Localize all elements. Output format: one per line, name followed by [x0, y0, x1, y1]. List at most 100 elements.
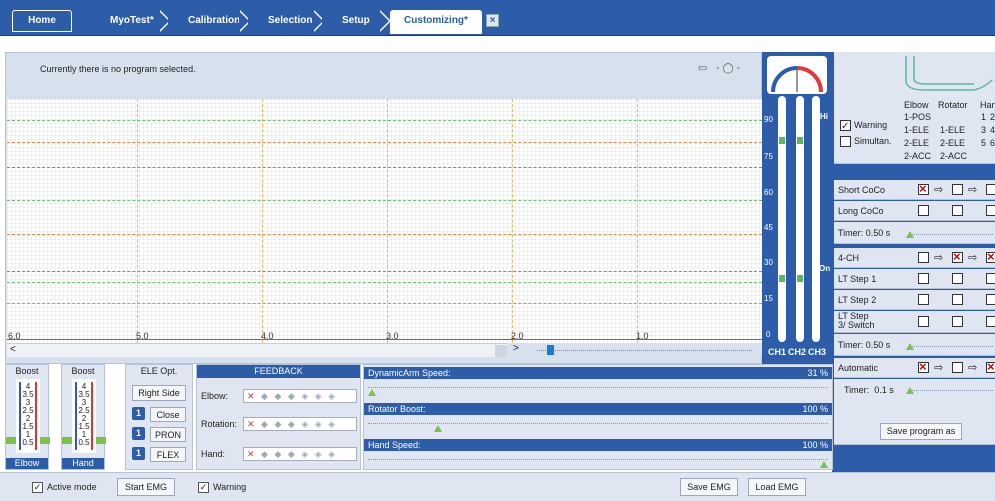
- lt1-rotator-checkbox[interactable]: [952, 273, 963, 284]
- zoom-slider-thumb[interactable]: [547, 345, 554, 355]
- hand-num[interactable]: 6: [990, 138, 995, 148]
- timer-slider[interactable]: [908, 234, 993, 235]
- short-coco-elbow-checkbox[interactable]: [918, 181, 929, 196]
- short-coco-hand-checkbox[interactable]: [986, 184, 995, 195]
- save-emg-button[interactable]: Save EMG: [680, 478, 738, 496]
- long-coco-elbow-checkbox[interactable]: [918, 205, 929, 216]
- off-icon[interactable]: ✕: [247, 419, 257, 429]
- hand-speed-label: Hand Speed:: [368, 440, 421, 450]
- lt1-elbow-checkbox[interactable]: [918, 273, 929, 284]
- hand-num[interactable]: 4: [990, 125, 995, 135]
- simultan-checkbox[interactable]: [840, 136, 851, 147]
- load-emg-button[interactable]: Load EMG: [748, 478, 806, 496]
- close-button[interactable]: Close: [150, 407, 186, 422]
- col-hand: Hand: [980, 100, 995, 110]
- four-ch-rotator-checkbox[interactable]: [952, 249, 963, 264]
- pron-button[interactable]: PRON: [150, 427, 186, 442]
- boost-scale[interactable]: 4 3.5 3 2.5 2 1.5 1 0.5: [16, 379, 40, 453]
- timer-slider[interactable]: [908, 346, 993, 347]
- warning-footer-checkbox[interactable]: ✓: [198, 482, 209, 493]
- plot-toolbar: ▭ -◯-: [698, 63, 743, 74]
- feedback-header: FEEDBACK: [197, 365, 360, 378]
- meter-ch1: [778, 96, 786, 342]
- lt3-rotator-checkbox[interactable]: [952, 316, 963, 327]
- boost-scale[interactable]: 4 3.5 3 2.5 2 1.5 1 0.5: [72, 379, 96, 453]
- keyboard-icon[interactable]: ▭: [698, 63, 710, 74]
- hand-speed-slider[interactable]: [368, 459, 828, 460]
- dynamic-speed-slider[interactable]: [368, 387, 828, 388]
- off-icon[interactable]: ✕: [247, 449, 257, 459]
- scroll-thumb[interactable]: [495, 345, 507, 357]
- rotator-boost-slider[interactable]: [368, 423, 828, 424]
- mode-cell[interactable]: 1-POS: [904, 112, 931, 122]
- tab-customizing[interactable]: Customizing*: [390, 10, 482, 34]
- timer-slider-thumb[interactable]: [906, 231, 914, 238]
- crumb-label: Calibration: [188, 15, 241, 26]
- crumb-calibration[interactable]: Calibration: [168, 10, 251, 32]
- lt2-elbow-checkbox[interactable]: [918, 294, 929, 305]
- four-ch-elbow-checkbox[interactable]: [918, 252, 929, 263]
- long-coco-hand-checkbox[interactable]: [986, 205, 995, 216]
- mode-cell[interactable]: 2-ACC: [904, 151, 931, 161]
- dynamic-speed-label: DynamicArm Speed:: [368, 368, 451, 378]
- baseline: [7, 339, 762, 340]
- close-icon[interactable]: ×: [486, 14, 499, 27]
- crumb-myotest[interactable]: MyoTest*: [90, 10, 171, 32]
- boost-handle[interactable]: [6, 437, 16, 444]
- mode-cell[interactable]: 2-ELE: [904, 138, 929, 148]
- threshold-handle[interactable]: [797, 137, 803, 144]
- active-mode-checkbox[interactable]: ✓: [32, 482, 43, 493]
- lt3-elbow-checkbox[interactable]: [918, 316, 929, 327]
- hand-num[interactable]: 3: [981, 125, 986, 135]
- mode-cell[interactable]: 2-ACC: [940, 151, 967, 161]
- footer-bar: ✓ Active mode Start EMG ✓ Warning Save E…: [0, 472, 995, 501]
- lt2-hand-checkbox[interactable]: [986, 294, 995, 305]
- zoom-track[interactable]: [537, 350, 752, 351]
- timer-slider-thumb[interactable]: [906, 343, 914, 350]
- long-coco-rotator-checkbox[interactable]: [952, 205, 963, 216]
- timer-slider[interactable]: [908, 390, 993, 391]
- save-program-button[interactable]: Save program as: [880, 423, 962, 440]
- hand-num[interactable]: 2: [990, 112, 995, 122]
- automatic-elbow-checkbox[interactable]: [918, 359, 929, 374]
- threshold-handle[interactable]: [779, 137, 785, 144]
- right-side-button[interactable]: Right Side: [132, 385, 186, 401]
- warning-checkbox[interactable]: ✓: [840, 120, 851, 132]
- lt2-rotator-checkbox[interactable]: [952, 294, 963, 305]
- mode-cell[interactable]: 1-ELE: [904, 125, 929, 135]
- four-ch-hand-checkbox[interactable]: [986, 249, 995, 264]
- short-coco-rotator-checkbox[interactable]: [952, 184, 963, 195]
- hand-speed-thumb[interactable]: [820, 461, 828, 468]
- feedback-elbow-options[interactable]: ✕ ◆ ◆ ◆ ◈ ◈ ◈: [243, 389, 357, 403]
- feedback-rotation-options[interactable]: ✕ ◆ ◆ ◆ ◈ ◈ ◈: [243, 417, 357, 431]
- lt3-hand-checkbox[interactable]: [986, 316, 995, 327]
- automatic-rotator-checkbox[interactable]: [952, 362, 963, 373]
- horizontal-scrollbar[interactable]: <: [7, 343, 507, 357]
- crumb-selection[interactable]: Selection: [248, 10, 325, 32]
- threshold-handle[interactable]: [797, 275, 803, 282]
- crumb-setup[interactable]: Setup: [322, 10, 391, 32]
- boost-handle[interactable]: [40, 437, 50, 444]
- off-icon[interactable]: ✕: [247, 391, 257, 401]
- boost-handle[interactable]: [96, 437, 106, 444]
- tab-home[interactable]: Home: [12, 10, 72, 32]
- pron-badge: 1: [132, 427, 145, 440]
- hand-num[interactable]: 5: [981, 138, 986, 148]
- mode-cell[interactable]: 1-ELE: [940, 125, 965, 135]
- rotator-boost-thumb[interactable]: [434, 425, 442, 432]
- mode-cell[interactable]: 2-ELE: [940, 138, 965, 148]
- lt1-hand-checkbox[interactable]: [986, 273, 995, 284]
- scroll-left-icon[interactable]: <: [10, 344, 16, 355]
- connection-icon[interactable]: -◯-: [716, 63, 743, 74]
- start-emg-button[interactable]: Start EMG: [117, 478, 175, 496]
- scroll-right-icon[interactable]: >: [513, 343, 519, 354]
- automatic-hand-checkbox[interactable]: [986, 359, 995, 374]
- hand-num[interactable]: 1: [981, 112, 986, 122]
- boost-handle[interactable]: [62, 437, 72, 444]
- threshold-handle[interactable]: [779, 275, 785, 282]
- four-ch-row: 4-CH ⇨ ⇨: [834, 248, 995, 268]
- feedback-hand-options[interactable]: ✕ ◆ ◆ ◆ ◈ ◈ ◈: [243, 447, 357, 461]
- flex-button[interactable]: FLEX: [150, 447, 186, 462]
- timer-slider-thumb[interactable]: [906, 387, 914, 394]
- dynamic-speed-thumb[interactable]: [368, 389, 376, 396]
